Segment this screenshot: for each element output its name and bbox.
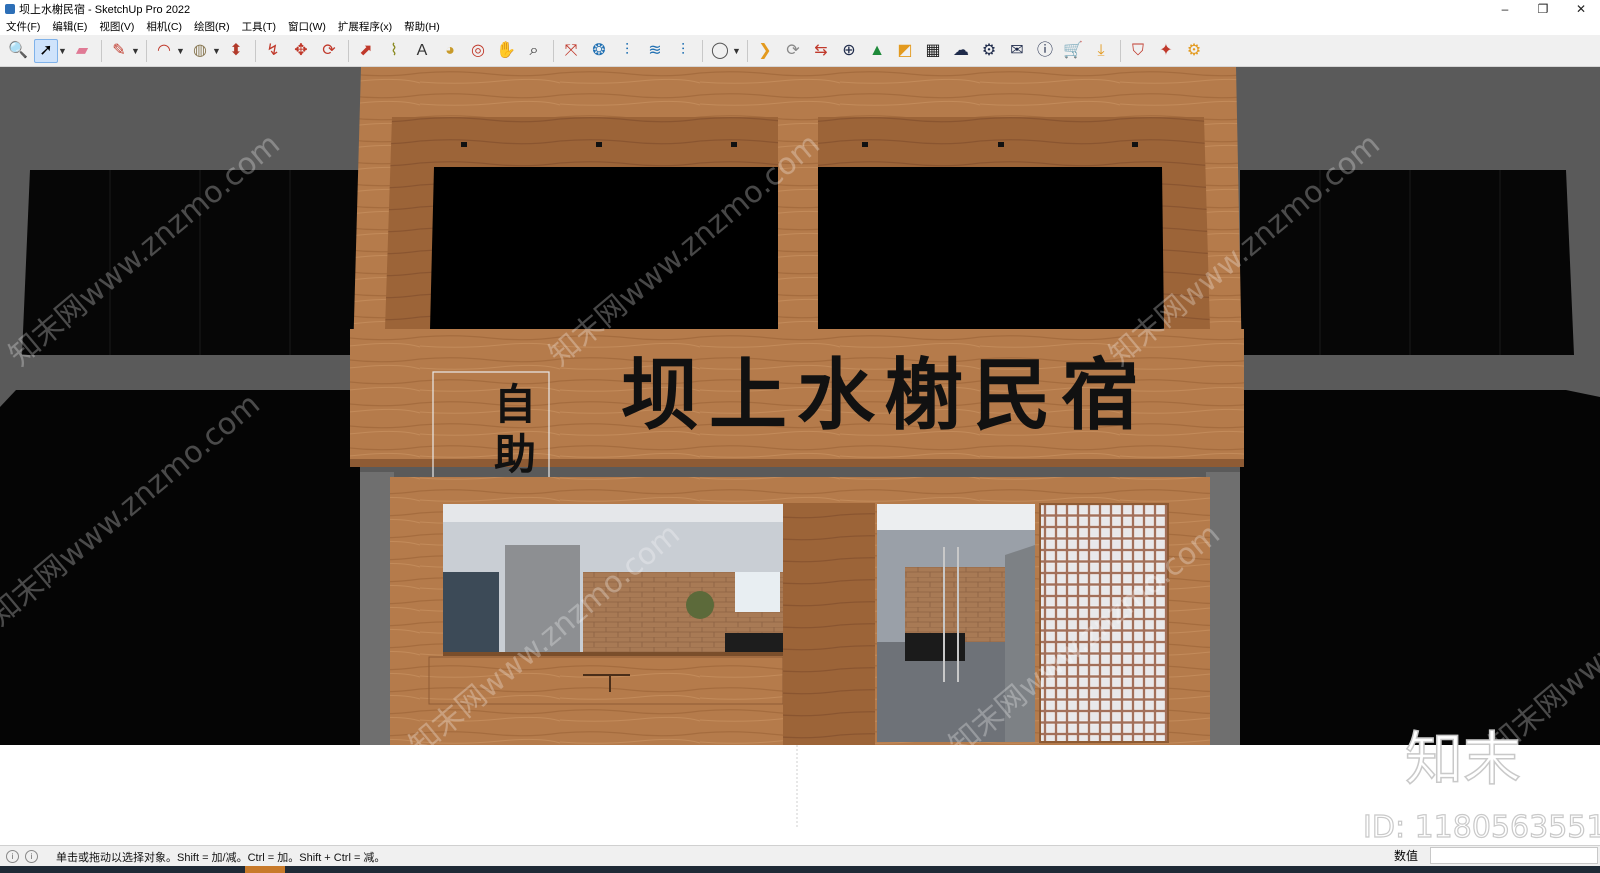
chevron-down-icon[interactable]: ▼ <box>212 46 221 56</box>
menu-extensions[interactable]: 扩展程序(x) <box>332 19 398 34</box>
account-icon[interactable]: ◯ <box>708 39 732 63</box>
taskbar-active-app[interactable] <box>245 866 285 873</box>
transfer-icon[interactable]: ⇆ <box>809 39 833 63</box>
checker-icon[interactable]: ▦ <box>921 39 945 63</box>
move-icon[interactable]: ✥ <box>289 39 313 63</box>
orbit-icon[interactable]: ◎ <box>466 39 490 63</box>
ground-plane <box>0 745 1600 845</box>
pencil-icon[interactable]: ✎ <box>107 39 131 63</box>
os-taskbar <box>0 866 1600 873</box>
styles-icon[interactable]: ⫶ <box>671 39 695 63</box>
menu-draw[interactable]: 绘图(R) <box>188 19 236 34</box>
menu-edit[interactable]: 编辑(E) <box>46 19 93 34</box>
chevron-down-icon[interactable]: ▼ <box>732 46 741 56</box>
cart-icon[interactable]: 🛒 <box>1061 39 1085 63</box>
plugin-orange-icon[interactable]: ❯ <box>753 39 777 63</box>
geo-location-icon[interactable]: i <box>6 850 19 863</box>
toolbar-separator <box>255 39 256 62</box>
toolbar-separator <box>553 39 554 62</box>
watermark-id: ID: 1180563551 <box>1363 810 1600 845</box>
right-pillar <box>1206 472 1240 745</box>
model-viewport[interactable]: 坝上水榭民宿 自 助 知末网www.znzmo.com 知末网www.znzmo… <box>0 67 1600 845</box>
chevron-down-icon[interactable]: ▼ <box>176 46 185 56</box>
text-icon[interactable]: A <box>410 39 434 63</box>
menu-bar: 文件(F) 编辑(E) 视图(V) 相机(C) 绘图(R) 工具(T) 窗口(W… <box>0 18 1600 35</box>
credits-icon[interactable]: i <box>25 850 38 863</box>
menu-help[interactable]: 帮助(H) <box>398 19 446 34</box>
watermark-logo: 知末 <box>1405 725 1521 793</box>
menu-tools[interactable]: 工具(T) <box>236 19 282 34</box>
restore-button[interactable]: ❐ <box>1524 0 1562 18</box>
layers-icon[interactable]: ≋ <box>643 39 667 63</box>
sign-band-edge <box>350 459 1244 467</box>
info-icon[interactable]: ⓘ <box>1033 39 1057 63</box>
status-bar: i i 单击或拖动以选择对象。Shift = 加/减。Ctrl = 加。Shif… <box>0 845 1600 867</box>
status-hint: 单击或拖动以选择对象。Shift = 加/减。Ctrl = 加。Shift + … <box>56 851 386 864</box>
zoom-extents-icon[interactable]: ⤧ <box>559 39 583 63</box>
download-icon[interactable]: ⤓ <box>1089 39 1113 63</box>
paint-icon[interactable]: ◕ <box>438 39 462 63</box>
chevron-down-icon[interactable]: ▼ <box>58 46 67 56</box>
zoom-window-icon[interactable]: ⌕ <box>522 39 546 63</box>
self-service-char-1: 自 <box>494 380 536 429</box>
settings-gear-icon[interactable]: ⚙ <box>977 39 1001 63</box>
model-canvas[interactable]: 坝上水榭民宿 自 助 知末网www.znzmo.com 知末网www.znzmo… <box>0 67 1600 845</box>
main-shop-sign: 坝上水榭民宿 <box>621 350 1149 441</box>
toolbar-separator <box>101 39 102 62</box>
rocket-icon[interactable]: ✦ <box>1154 39 1178 63</box>
center-column <box>783 503 875 745</box>
main-toolbar: 🔍 ➚ ▼ ▰ ✎ ▼ ◠ ▼ ◍ ▼ ⬍ ↯ ✥ ⟳ ⬈ ⌇ A ◕ ◎ ✋ ⌕ ⤧ ❂ ⫶ ≋ ⫶ ◯ ▼ ❯ ⟳ ⇆ ⊕ ▲ ◩ ▦ ☁ ⚙ ✉ ⓘ 🛒… <box>0 35 1600 67</box>
menu-view[interactable]: 视图(V) <box>93 19 140 34</box>
warehouse-icon[interactable]: ❂ <box>587 39 611 63</box>
close-button[interactable]: ✕ <box>1562 0 1600 18</box>
arc-icon[interactable]: ◠ <box>152 39 176 63</box>
minimize-button[interactable]: – <box>1486 0 1524 18</box>
self-service-char-2: 助 <box>494 430 536 479</box>
layout-icon[interactable]: ◩ <box>893 39 917 63</box>
paint-bucket-icon[interactable]: ◍ <box>188 39 212 63</box>
window-title: 坝上水榭民宿 - SketchUp Pro 2022 <box>19 4 191 16</box>
tree-icon[interactable]: ▲ <box>865 39 889 63</box>
scale-icon[interactable]: ⬈ <box>354 39 378 63</box>
extension-icon[interactable]: ⫶ <box>615 39 639 63</box>
shield-icon[interactable]: ⛉ <box>1126 39 1150 63</box>
cog-icon[interactable]: ⚙ <box>1182 39 1206 63</box>
menu-file[interactable]: 文件(F) <box>0 19 46 34</box>
toolbar-separator <box>747 39 748 62</box>
sketchup-app-icon <box>5 4 15 14</box>
toolbar-separator <box>348 39 349 62</box>
select-icon[interactable]: ➚ <box>34 38 58 63</box>
mail-icon[interactable]: ✉ <box>1005 39 1029 63</box>
toolbar-separator <box>702 39 703 62</box>
menu-camera[interactable]: 相机(C) <box>140 19 188 34</box>
add-circle-icon[interactable]: ⊕ <box>837 39 861 63</box>
rotate-icon[interactable]: ⟳ <box>317 39 341 63</box>
eraser-icon[interactable]: ▰ <box>70 39 94 63</box>
title-bar: 坝上水榭民宿 - SketchUp Pro 2022 – ❐ ✕ <box>0 0 1600 18</box>
measurements-label: 数值 <box>1394 849 1419 863</box>
push-pull-icon[interactable]: ⬍ <box>224 39 248 63</box>
refresh-icon[interactable]: ⟳ <box>781 39 805 63</box>
tape-measure-icon[interactable]: ⌇ <box>382 39 406 63</box>
pan-icon[interactable]: ✋ <box>494 39 518 63</box>
toolbar-separator <box>1120 39 1121 62</box>
right-balcony-window <box>818 167 1164 329</box>
toolbar-separator <box>146 39 147 62</box>
measurements-input[interactable] <box>1430 847 1598 864</box>
cloud-upload-icon[interactable]: ☁ <box>949 39 973 63</box>
follow-me-icon[interactable]: ↯ <box>261 39 285 63</box>
left-pillar <box>360 472 394 745</box>
chevron-down-icon[interactable]: ▼ <box>131 46 140 56</box>
zoom-icon[interactable]: 🔍 <box>6 39 30 63</box>
menu-window[interactable]: 窗口(W) <box>282 19 332 34</box>
